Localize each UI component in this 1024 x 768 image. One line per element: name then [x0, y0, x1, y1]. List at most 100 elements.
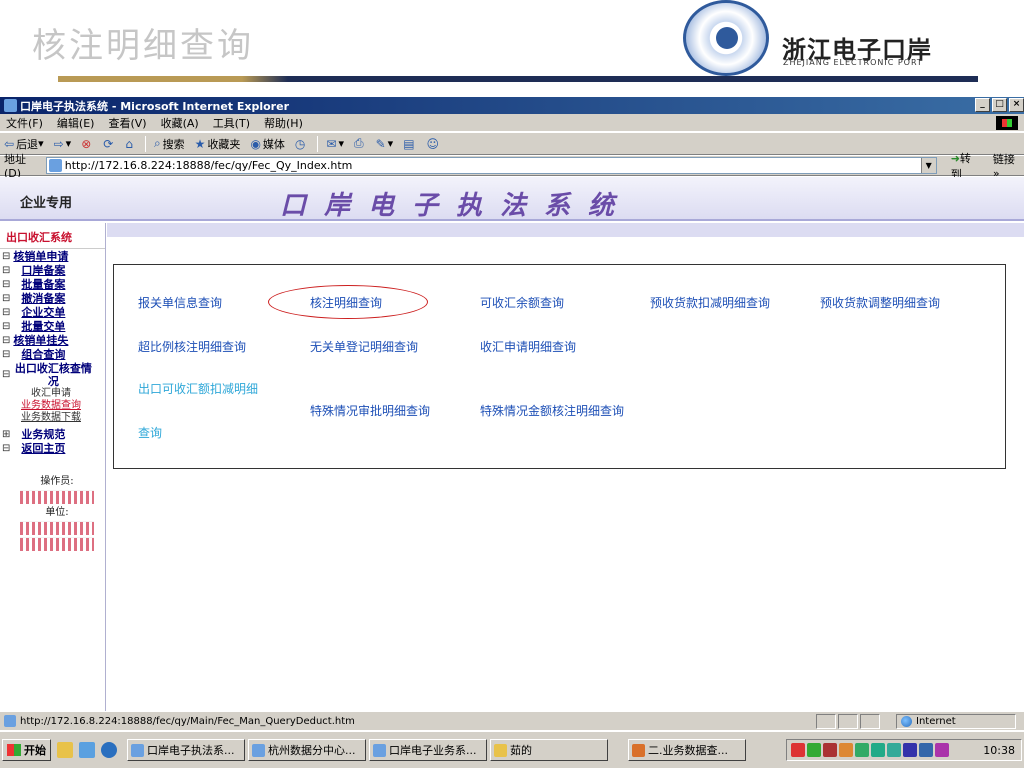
print-button[interactable]: ⎙ [354, 136, 366, 151]
menu-help[interactable]: 帮助(H) [264, 115, 303, 131]
sidebar-sub-data-download[interactable]: 业务数据下载 [8, 412, 94, 424]
collapse-icon: ⊟ [2, 251, 11, 262]
go-arrow-icon: ➜ [950, 151, 960, 165]
address-bar: 地址(D) http://172.16.8.224:18888/fec/qy/F… [0, 152, 1024, 181]
tray-app-icon[interactable] [823, 743, 837, 757]
unit-value-redacted [20, 537, 94, 551]
print-icon: ⎙ [354, 136, 364, 150]
start-button[interactable]: 开始 [2, 739, 51, 761]
history-button[interactable]: ◷ [295, 137, 307, 151]
quicklaunch-desktop-icon[interactable] [79, 742, 95, 758]
forward-button[interactable]: ⇨ ▾ [54, 137, 72, 151]
link-export-deduct-query[interactable]: 出口可收汇额扣减明细 [138, 380, 258, 397]
mail-icon: ✉ [326, 136, 337, 151]
sidebar-item-enterprise-submit[interactable]: ⊟ 企业交单 [0, 306, 105, 319]
tray-app-icon[interactable] [855, 743, 869, 757]
stop-button[interactable]: ⊗ [81, 137, 93, 151]
menu-favorites[interactable]: 收藏(A) [161, 115, 199, 131]
refresh-button[interactable]: ⟳ [103, 137, 115, 151]
tray-app-icon[interactable] [839, 743, 853, 757]
query-links-panel: 报关单信息查询 核注明细查询 可收汇余额查询 预收货款扣减明细查询 预收货款调整… [113, 264, 1006, 469]
link-special-approval-query[interactable]: 特殊情况审批明细查询 [310, 402, 430, 419]
messenger-button[interactable]: ☺ [427, 137, 442, 151]
tray-app-icon[interactable] [887, 743, 901, 757]
link-receivable-balance-query[interactable]: 可收汇余额查询 [480, 294, 564, 311]
sidebar-sub-payment-apply[interactable]: 收汇申请 [8, 388, 94, 400]
task-ie-port-system[interactable]: 口岸电子执法系... [127, 739, 245, 761]
quicklaunch-ie-icon[interactable] [101, 742, 117, 758]
collapse-icon: ⊟ [2, 293, 11, 304]
sidebar-item-export-check[interactable]: ⊟ 出口收汇核查情况 [0, 362, 105, 388]
quicklaunch-folder-icon[interactable] [57, 742, 73, 758]
back-arrow-icon: ⇦ [4, 136, 15, 151]
sidebar-item-batch-record[interactable]: ⊟ 批量备案 [0, 278, 105, 291]
sidebar-item-business-rules[interactable]: ⊞ 业务规范 [0, 428, 105, 441]
address-dropdown-icon[interactable]: ▼ [920, 158, 936, 173]
status-cell [816, 714, 836, 729]
sidebar-item-return-home[interactable]: ⊟ 返回主页 [0, 442, 105, 455]
tray-app-icon[interactable] [935, 743, 949, 757]
mail-button[interactable]: ✉ ▾ [326, 137, 344, 151]
sidebar-item-report-loss[interactable]: ⊟ 核销单挂失 [0, 334, 105, 347]
back-button[interactable]: ⇦ 后退 ▾ [4, 136, 44, 152]
tray-language-icon[interactable] [903, 743, 917, 757]
task-ppt-business-query[interactable]: 二.业务数据查... [628, 739, 746, 761]
link-prepayment-adjust-query[interactable]: 预收货款调整明细查询 [820, 294, 940, 311]
sidebar-sub-data-query[interactable]: 业务数据查询 [8, 400, 94, 412]
ie-icon [252, 743, 265, 757]
link-verification-detail-query[interactable]: 核注明细查询 [310, 294, 382, 311]
tray-app-icon[interactable] [871, 743, 885, 757]
task-ie-port-business[interactable]: 口岸电子业务系... [369, 739, 487, 761]
search-icon: ⌕ [153, 136, 161, 150]
task-ie-hangzhou[interactable]: 杭州数据分中心... [248, 739, 366, 761]
link-customs-declaration-query[interactable]: 报关单信息查询 [138, 294, 222, 311]
link-over-ratio-query[interactable]: 超比例核注明细查询 [138, 338, 246, 355]
tray-ime-wubi-icon[interactable] [919, 743, 933, 757]
home-icon: ⌂ [125, 136, 133, 151]
menu-edit[interactable]: 编辑(E) [57, 115, 95, 131]
window-title: 口岸电子执法系统 - Microsoft Internet Explorer [20, 99, 289, 113]
unit-label: 单位: [45, 507, 69, 518]
collapse-icon: ⊟ [2, 335, 11, 346]
page-content: 企业专用 口岸电子执法系统 出口收汇系统 ⊟ 核销单申请 ⊟ 口岸备案 ⊟ 批量备案 … [0, 177, 1024, 711]
maximize-button[interactable]: □ [992, 98, 1007, 112]
sidebar-heading: 出口收汇系统 [0, 223, 105, 249]
sidebar-item-verification-apply[interactable]: ⊟ 核销单申请 [0, 250, 105, 263]
favorites-button[interactable]: ★ 收藏夹 [195, 136, 241, 152]
messenger-icon: ☺ [426, 136, 440, 151]
link-no-declaration-query[interactable]: 无关单登记明细查询 [310, 338, 418, 355]
sidebar-item-combined-query[interactable]: ⊟ 组合查询 [0, 348, 105, 361]
window-titlebar[interactable]: 口岸电子执法系统 - Microsoft Internet Explorer _… [0, 97, 1024, 114]
link-special-amount-query[interactable]: 特殊情况金额核注明细查询 [480, 402, 624, 419]
sidebar-item-batch-submit[interactable]: ⊟ 批量交单 [0, 320, 105, 333]
links-button[interactable]: 链接 » [993, 151, 1024, 180]
sidebar-item-cancel-record[interactable]: ⊟ 撤消备案 [0, 292, 105, 305]
close-button[interactable]: × [1009, 98, 1024, 112]
link-payment-apply-query[interactable]: 收汇申请明细查询 [480, 338, 576, 355]
link-prepayment-deduct-query[interactable]: 预收货款扣减明细查询 [650, 294, 770, 311]
tray-ime-icon[interactable] [791, 743, 805, 757]
app-banner: 企业专用 口岸电子执法系统 [0, 177, 1024, 221]
media-icon: ◉ [250, 136, 261, 151]
sidebar: 出口收汇系统 ⊟ 核销单申请 ⊟ 口岸备案 ⊟ 批量备案 ⊟ 撤消备案 ⊟ 企业交单 ⊟ 批… [0, 223, 106, 711]
menu-view[interactable]: 查看(V) [108, 115, 146, 131]
sidebar-item-port-record[interactable]: ⊟ 口岸备案 [0, 264, 105, 277]
menu-tools[interactable]: 工具(T) [213, 115, 250, 131]
status-bar: http://172.16.8.224:18888/fec/qy/Main/Fe… [0, 711, 1024, 730]
home-button[interactable]: ⌂ [125, 137, 135, 151]
discuss-button[interactable]: ▤ [403, 137, 416, 151]
link-export-deduct-query-cont[interactable]: 查询 [138, 424, 162, 441]
address-input[interactable]: http://172.16.8.224:18888/fec/qy/Fec_Qy_… [45, 157, 937, 174]
menu-file[interactable]: 文件(F) [6, 115, 43, 131]
refresh-icon: ⟳ [103, 136, 114, 151]
toolbar-separator [144, 135, 146, 152]
collapse-icon: ⊟ [2, 321, 11, 332]
search-button[interactable]: ⌕ 搜索 [154, 136, 185, 152]
tray-app-icon[interactable] [807, 743, 821, 757]
edit-button[interactable]: ✎ ▾ [376, 137, 394, 151]
discuss-icon: ▤ [403, 136, 415, 151]
powerpoint-icon [632, 743, 645, 757]
task-folder[interactable]: 茹的 [490, 739, 608, 761]
media-button[interactable]: ◉ 媒体 [250, 136, 284, 152]
minimize-button[interactable]: _ [975, 98, 990, 112]
